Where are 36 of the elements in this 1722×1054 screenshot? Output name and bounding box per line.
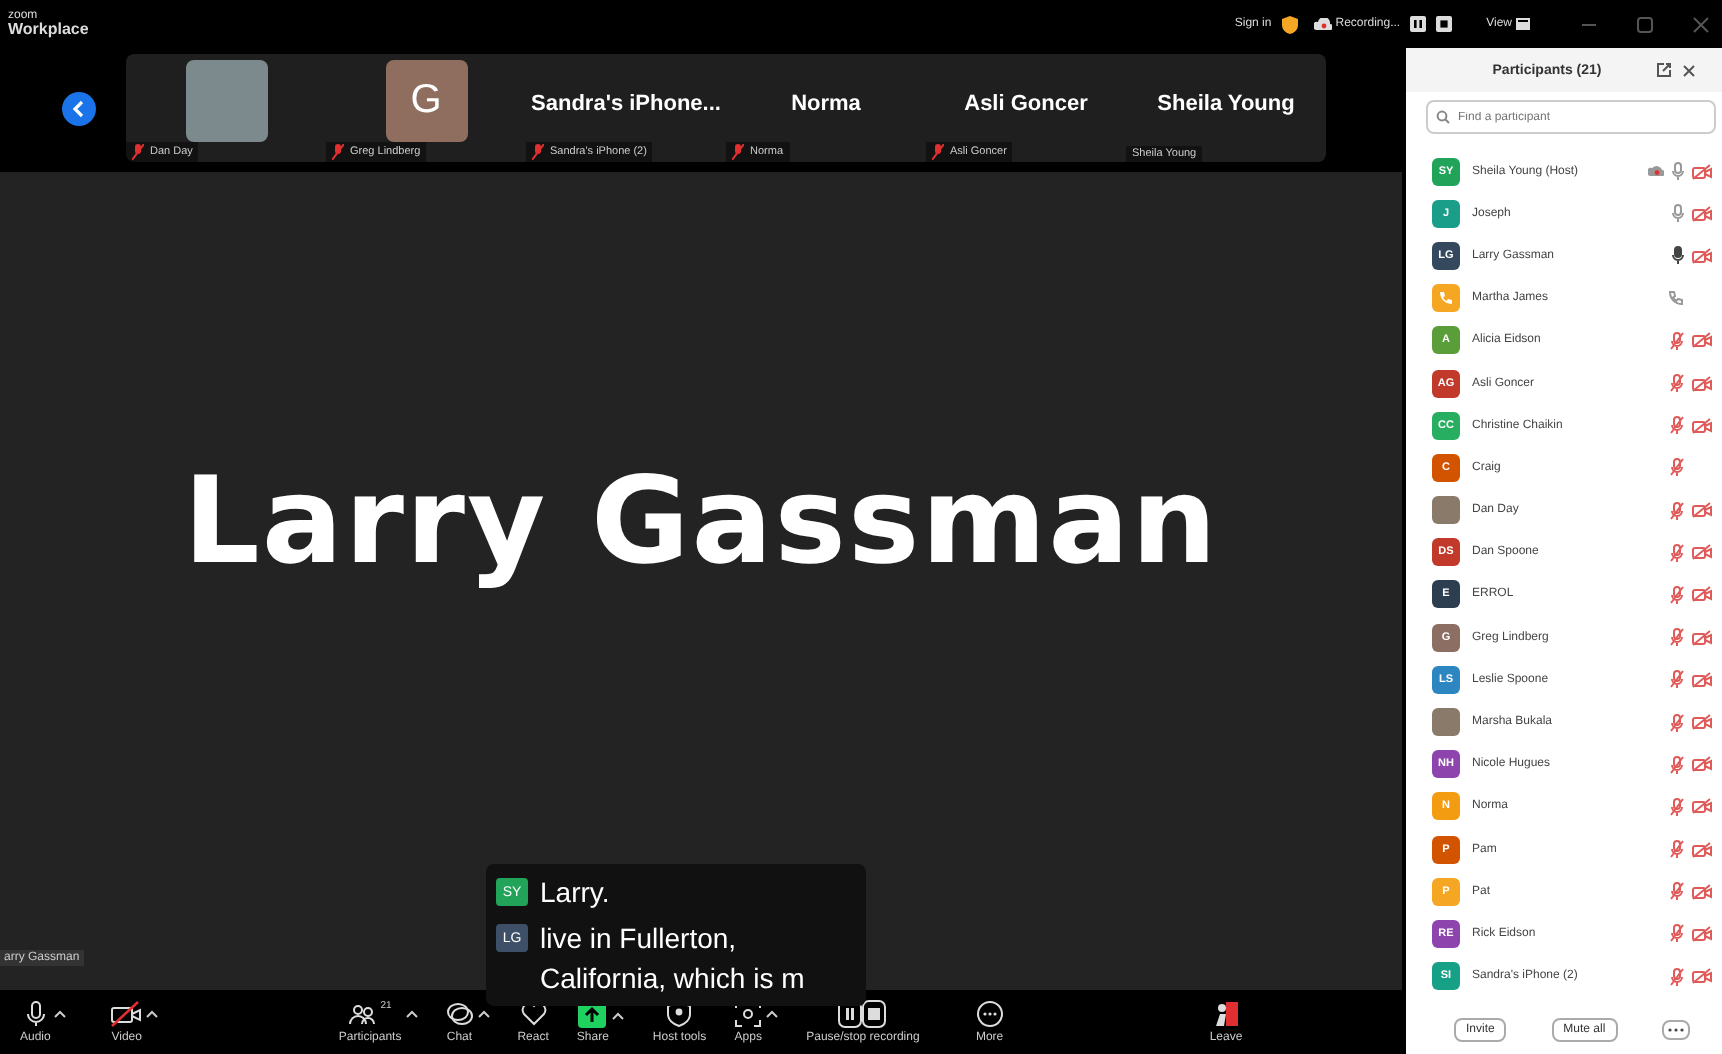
stop-icon[interactable] — [1436, 16, 1453, 32]
pop-out-icon[interactable] — [1655, 62, 1672, 78]
shield-icon[interactable] — [1281, 15, 1298, 33]
pause-stop-icon — [838, 1000, 887, 1028]
more-icon — [975, 1000, 1004, 1028]
door-icon — [1211, 1000, 1240, 1028]
people-icon — [348, 1000, 377, 1028]
close-icon[interactable] — [1681, 63, 1696, 77]
photo-placeholder — [185, 59, 267, 141]
caption-text: live in Fullerton, California, which is m — [540, 920, 807, 998]
caret-icon[interactable] — [54, 1010, 67, 1018]
caret-icon[interactable] — [477, 1010, 490, 1018]
close-icon[interactable] — [1692, 15, 1710, 33]
shield-icon — [666, 1000, 693, 1028]
caret-icon[interactable] — [405, 1010, 418, 1018]
video-off-icon — [110, 1000, 143, 1028]
previous-page-icon[interactable] — [62, 91, 96, 125]
maximize-icon[interactable] — [1636, 15, 1654, 33]
apps-icon — [734, 1000, 763, 1028]
avatar-photo — [1432, 496, 1460, 525]
speaker-name: Larry Gassman — [183, 451, 1219, 591]
avatar-letter: G — [385, 59, 467, 141]
participant-title: Sandra's iPhone... — [531, 90, 721, 116]
heart-icon — [519, 1000, 548, 1028]
participant-title: Norma — [791, 90, 861, 116]
chat-icon — [445, 1000, 474, 1028]
caption-text: Larry. — [540, 874, 610, 912]
avatar-photo — [1432, 708, 1460, 737]
microphone-icon — [21, 1000, 50, 1028]
participant-title: Asli Goncer — [964, 90, 1088, 116]
pause-icon[interactable] — [1410, 16, 1427, 32]
caret-icon[interactable] — [146, 1010, 159, 1018]
more-options-button[interactable] — [1661, 1020, 1690, 1040]
caret-icon[interactable] — [612, 1011, 625, 1019]
caret-icon[interactable] — [766, 1010, 779, 1018]
participant-title: Sheila Young — [1157, 90, 1295, 116]
